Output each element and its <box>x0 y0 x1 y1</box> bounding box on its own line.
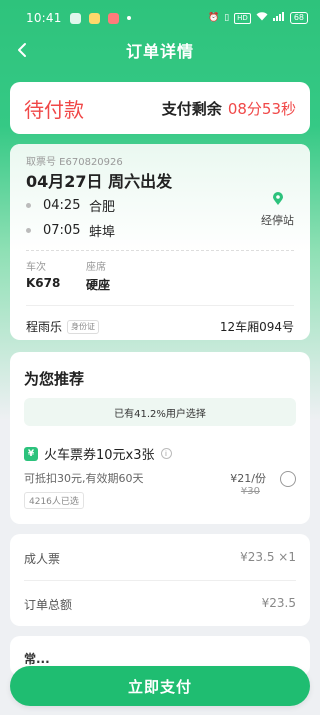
id-type-tag: 身份证 <box>67 319 100 334</box>
wifi-icon <box>256 12 268 24</box>
train-label: 车次 <box>26 262 46 273</box>
signal-icon <box>272 12 285 24</box>
page-title: 订单详情 <box>125 42 194 61</box>
price-row: 订单总额 ¥23.5 <box>24 596 296 613</box>
recommend-banner: 已有41.2%用户选择 <box>24 398 296 426</box>
stop-arrival: 07:05 蚌埠 <box>26 221 115 240</box>
back-button[interactable] <box>10 38 34 62</box>
notification-dot-icon <box>126 16 131 20</box>
via-stations-button[interactable]: 经停站 <box>261 192 294 228</box>
order-status: 待付款 <box>24 97 84 122</box>
hd-badge: HD <box>234 12 251 24</box>
stop-dot-icon <box>26 228 31 233</box>
ticket-card: 取票号 E670820926 04月27日 周六出发 04:25 合肥 07:0… <box>10 144 310 340</box>
countdown-label: 支付剩余 <box>161 99 222 118</box>
divider <box>24 580 296 581</box>
recommend-title: 为您推荐 <box>24 370 85 388</box>
app-notify-icon <box>107 12 119 24</box>
coupon-description: 可抵扣30元,有效期60天 <box>24 472 144 485</box>
price-label: 成人票 <box>24 552 61 566</box>
coupon-name: 火车票券10元x3张 <box>44 448 155 463</box>
coupon-price: ¥21/份 <box>230 472 266 485</box>
coupon-icon: ¥ <box>24 446 38 461</box>
seat-number: 12车厢094号 <box>219 320 294 334</box>
stop-name: 合肥 <box>89 200 116 215</box>
peek-text: 常... <box>24 652 50 666</box>
wechat-icon <box>69 12 81 24</box>
coupon-selected-count: 4216人已选 <box>24 492 84 509</box>
divider <box>26 250 294 251</box>
stop-time: 04:25 <box>43 198 81 213</box>
banner-text: 已有41.2%用户选择 <box>114 408 206 420</box>
recommend-card: 为您推荐 已有41.2%用户选择 ¥ 火车票券10元x3张 i 可抵扣30元,有… <box>10 352 310 524</box>
payment-countdown: 支付剩余 08分53秒 <box>162 98 296 119</box>
vibrate-icon: ▯ <box>224 13 230 23</box>
train-number: K678 <box>26 276 61 290</box>
price-value: ¥23.5 <box>261 596 296 610</box>
coupon-header: ¥ 火车票券10元x3张 i <box>24 444 172 463</box>
price-summary-card: 成人票 ¥23.5 ×1 订单总额 ¥23.5 <box>10 534 310 626</box>
location-pin-icon <box>272 192 283 205</box>
pay-now-button[interactable]: 立即支付 <box>10 666 310 706</box>
price-row: 成人票 ¥23.5 ×1 <box>24 550 296 567</box>
alarm-icon: ⏰ <box>207 13 220 23</box>
coupon-select-radio[interactable] <box>280 471 296 487</box>
pay-button-label: 立即支付 <box>127 677 192 696</box>
info-icon[interactable]: i <box>160 448 172 459</box>
price-label: 订单总额 <box>24 598 73 612</box>
via-label: 经停站 <box>261 214 294 227</box>
pickup-number: 取票号 E670820926 <box>26 157 123 168</box>
payment-status-card: 待付款 支付剩余 08分53秒 <box>10 82 310 134</box>
stop-dot-icon <box>26 203 31 208</box>
status-time: 10:41 <box>26 11 62 25</box>
passenger-name: 程雨乐 <box>26 320 63 334</box>
price-value: ¥23.5 ×1 <box>240 550 296 564</box>
seat-type: 硬座 <box>86 278 111 292</box>
divider <box>26 305 294 306</box>
nav-bar: 订单详情 <box>0 36 320 64</box>
chevron-left-icon <box>18 43 26 57</box>
depart-date: 04月27日 周六出发 <box>26 172 173 191</box>
seat-type-label: 座席 <box>86 262 106 273</box>
stop-time: 07:05 <box>43 223 81 238</box>
passenger-info: 程雨乐 身份证 <box>26 318 100 335</box>
stop-name: 蚌埠 <box>89 225 116 240</box>
countdown-time: 08分53秒 <box>227 99 296 118</box>
status-bar: 10:41 ⏰ ▯ HD 68 <box>0 0 320 36</box>
stop-departure: 04:25 合肥 <box>26 196 115 215</box>
app-notify-icon <box>88 12 100 24</box>
battery-icon: 68 <box>289 12 308 24</box>
coupon-original-price: ¥30 <box>240 486 260 497</box>
